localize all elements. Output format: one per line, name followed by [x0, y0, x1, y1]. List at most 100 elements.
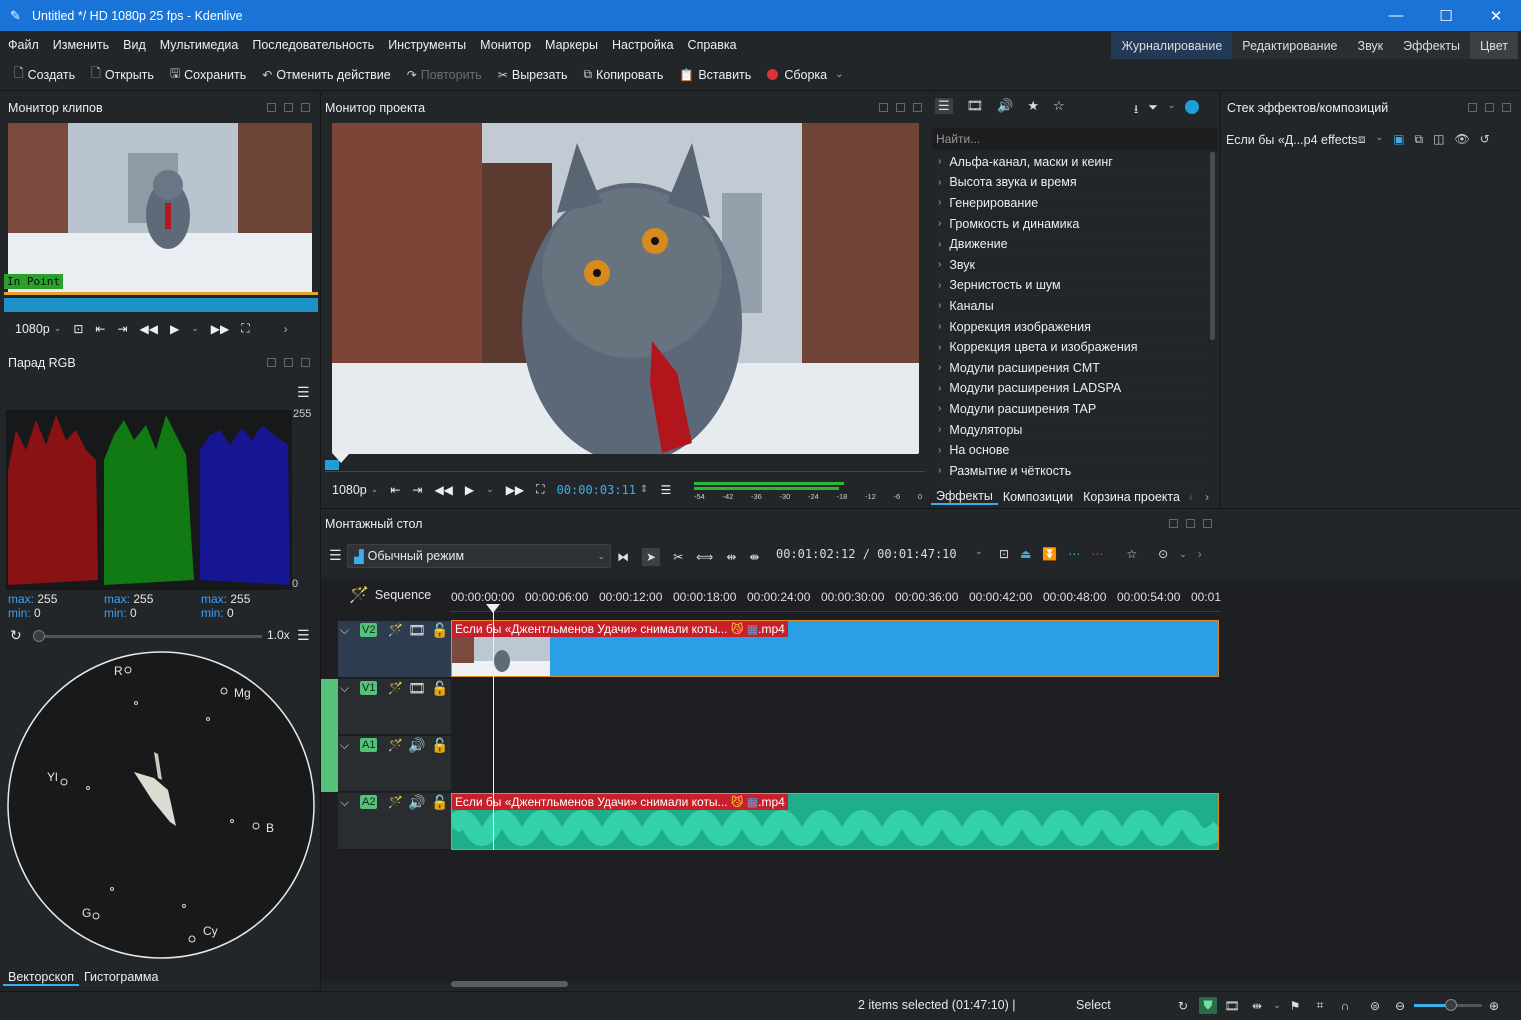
track-header-v2[interactable]: ⌵ V2 🪄 🎞 🔓 [338, 621, 451, 678]
copy-button[interactable]: ⧉ Копировать [583, 67, 663, 82]
track-tag-a2[interactable]: A2 [360, 795, 378, 809]
track-header-a1[interactable]: ⌵ A1 🪄 🔊 🔓 [338, 736, 451, 792]
remove-space-icon[interactable]: ⋯ [1091, 547, 1103, 561]
redo-button[interactable]: ↷ Повторить [407, 68, 482, 82]
film-icon[interactable]: 🎞 [1223, 997, 1241, 1014]
eye-icon[interactable]: 👁 [1454, 132, 1469, 147]
favorite-icon[interactable]: ☆ [1053, 98, 1065, 114]
flag-icon[interactable]: ⚑ [1286, 997, 1304, 1014]
spacer-tool-icon[interactable]: ⟺ [696, 550, 713, 564]
track-tag-v1[interactable]: V1 [360, 681, 378, 695]
chevron-down-icon[interactable]: ⌄ [54, 323, 62, 334]
magic-wand-icon[interactable]: 🪄 [349, 585, 369, 605]
maximize-button[interactable]: ☐ [1421, 0, 1471, 31]
set-out-icon[interactable]: ⇥ [412, 483, 422, 497]
insert-zone-icon[interactable]: ⊡ [999, 547, 1009, 561]
zoom-fit-icon[interactable]: ⊜ [1366, 997, 1384, 1014]
chevron-down-icon[interactable]: ⌄ [1268, 997, 1286, 1014]
set-in-icon[interactable]: ⇤ [95, 322, 105, 336]
chevron-down-icon[interactable]: ⌄ [1376, 132, 1384, 147]
rewind-icon[interactable]: ◀◀ [434, 483, 452, 497]
chevron-down-icon[interactable]: ⌄ [1179, 549, 1187, 560]
lock-icon[interactable]: 🔓 [431, 737, 448, 754]
audio-clip-a2[interactable]: Если бы «Джентльменов Удачи» снимали кот… [451, 793, 1219, 850]
chevron-down-icon[interactable]: ⌵ [340, 681, 349, 696]
effect-icon[interactable]: 🪄 [388, 623, 403, 637]
open-button[interactable]: 🗋 Открыть [91, 64, 154, 85]
video-effects-icon[interactable]: 🎞 [967, 98, 984, 114]
track-tag-v2[interactable]: V2 [360, 623, 378, 637]
minimize-button[interactable]: — [1371, 0, 1421, 31]
timeline-scrollbar[interactable] [451, 981, 568, 987]
effect-category-modulators[interactable]: › Модуляторы [932, 420, 1208, 441]
edit-mode-select[interactable]: ▟ Обычный режим ⌄ [347, 544, 611, 568]
download-icon[interactable]: ⭳ [1134, 100, 1138, 121]
track-header-a2[interactable]: ⌵ A2 🪄 🔊 🔓 [338, 793, 451, 850]
chevron-down-icon[interactable]: ⌄ [371, 484, 379, 495]
razor-all-icon[interactable]: ⧓ [617, 550, 629, 564]
filter-icon[interactable]: ⏷ [1148, 100, 1158, 121]
menu-sequence[interactable]: Последовательность [245, 38, 381, 52]
chevron-down-icon[interactable]: ⌵ [340, 738, 349, 753]
menu-edit[interactable]: Изменить [46, 38, 116, 52]
chevron-down-icon[interactable]: ⌄ [975, 546, 983, 557]
tab-vectorscope[interactable]: Векторскоп [3, 970, 79, 986]
effect-category-motion[interactable]: › Движение [932, 234, 1208, 255]
chevron-right-icon[interactable]: › [1205, 490, 1209, 504]
zoom-out-icon[interactable]: ⊖ [1391, 997, 1409, 1014]
effect-category-generate[interactable]: › Генерирование [932, 193, 1208, 214]
zoom-slider[interactable] [33, 630, 262, 642]
effect-icon[interactable]: 🪄 [388, 795, 403, 809]
workspace-effects[interactable]: Эффекты [1393, 32, 1470, 59]
clip-timeline-ruler[interactable] [4, 298, 318, 312]
clip-resolution-select[interactable]: 1080p [15, 322, 50, 336]
project-resolution-select[interactable]: 1080p [332, 483, 367, 497]
tab-project-bin[interactable]: Корзина проекта [1078, 490, 1185, 504]
play-icon[interactable]: ▶ [170, 322, 179, 336]
effect-category-pitch[interactable]: › Высота звука и время [932, 173, 1208, 194]
spinner-icon[interactable]: ⇕ [640, 484, 648, 495]
effect-icon[interactable]: 🪄 [388, 681, 403, 695]
menu-view[interactable]: Вид [116, 38, 153, 52]
effects-search-input[interactable]: Найти... [932, 128, 1218, 150]
undo-button[interactable]: ↶ Отменить действие [262, 68, 390, 82]
workspace-audio[interactable]: Звук [1348, 32, 1394, 59]
speaker-icon[interactable]: 🔊 [408, 794, 425, 811]
cut-button[interactable]: ✂ Вырезать [498, 68, 568, 82]
effect-category-audio[interactable]: › Звук [932, 255, 1208, 276]
new-button[interactable]: 🗋 Создать [14, 64, 75, 85]
fullscreen-icon[interactable]: ⛶ [536, 482, 544, 497]
fit-zoom-icon[interactable]: ⌗ [1311, 997, 1329, 1014]
effect-category-ladspa[interactable]: › Модули расширения LADSPA [932, 379, 1208, 400]
effect-category-volume[interactable]: › Громкость и динамика [932, 214, 1208, 235]
zoom-slider-handle[interactable] [33, 630, 45, 642]
film-icon[interactable]: 🎞 [408, 622, 426, 639]
chevron-down-icon[interactable]: ⌄ [486, 484, 494, 495]
workspace-logging[interactable]: Журналирование [1111, 32, 1233, 59]
effect-category-grain[interactable]: › Зернистость и шум [932, 276, 1208, 297]
effect-category-blur[interactable]: › Размытие и чёткость [932, 461, 1208, 482]
record-audio-icon[interactable]: ⊙ [1158, 547, 1168, 561]
custom-effects-icon[interactable]: ★ [1027, 98, 1039, 114]
effect-category-color-correction[interactable]: › Коррекция цвета и изображения [932, 337, 1208, 358]
extract-icon[interactable]: ⋯ [1068, 547, 1080, 561]
chevron-right-icon[interactable]: › [1198, 547, 1202, 561]
lock-icon[interactable]: 🔓 [431, 680, 448, 697]
lift-icon[interactable]: ⏏ [1020, 547, 1031, 561]
project-timecode[interactable]: 00:00:03:11 [557, 483, 636, 497]
list-view-icon[interactable]: ☰ [935, 98, 953, 114]
menu-file[interactable]: Файл [0, 38, 46, 52]
select-tool-icon[interactable]: ➤ [642, 548, 661, 566]
dock-controls[interactable] [1468, 103, 1511, 112]
ripple-tool-icon[interactable]: ⇹ [726, 550, 736, 564]
color-picker-icon[interactable]: ▣ [1393, 132, 1404, 147]
speaker-icon[interactable]: 🔊 [408, 737, 425, 754]
dock-controls[interactable] [1169, 519, 1212, 528]
effect-category-based-on[interactable]: › На основе [932, 440, 1208, 461]
chevron-down-icon[interactable]: ⌵ [340, 795, 349, 810]
compare-icon[interactable]: ⧈ [1358, 132, 1366, 147]
effect-category-channels[interactable]: › Каналы [932, 296, 1208, 317]
zoom-in-icon[interactable]: ⊕ [1485, 997, 1503, 1014]
clip-monitor-video[interactable] [8, 123, 312, 293]
fast-forward-icon[interactable]: ▶▶ [506, 483, 524, 497]
